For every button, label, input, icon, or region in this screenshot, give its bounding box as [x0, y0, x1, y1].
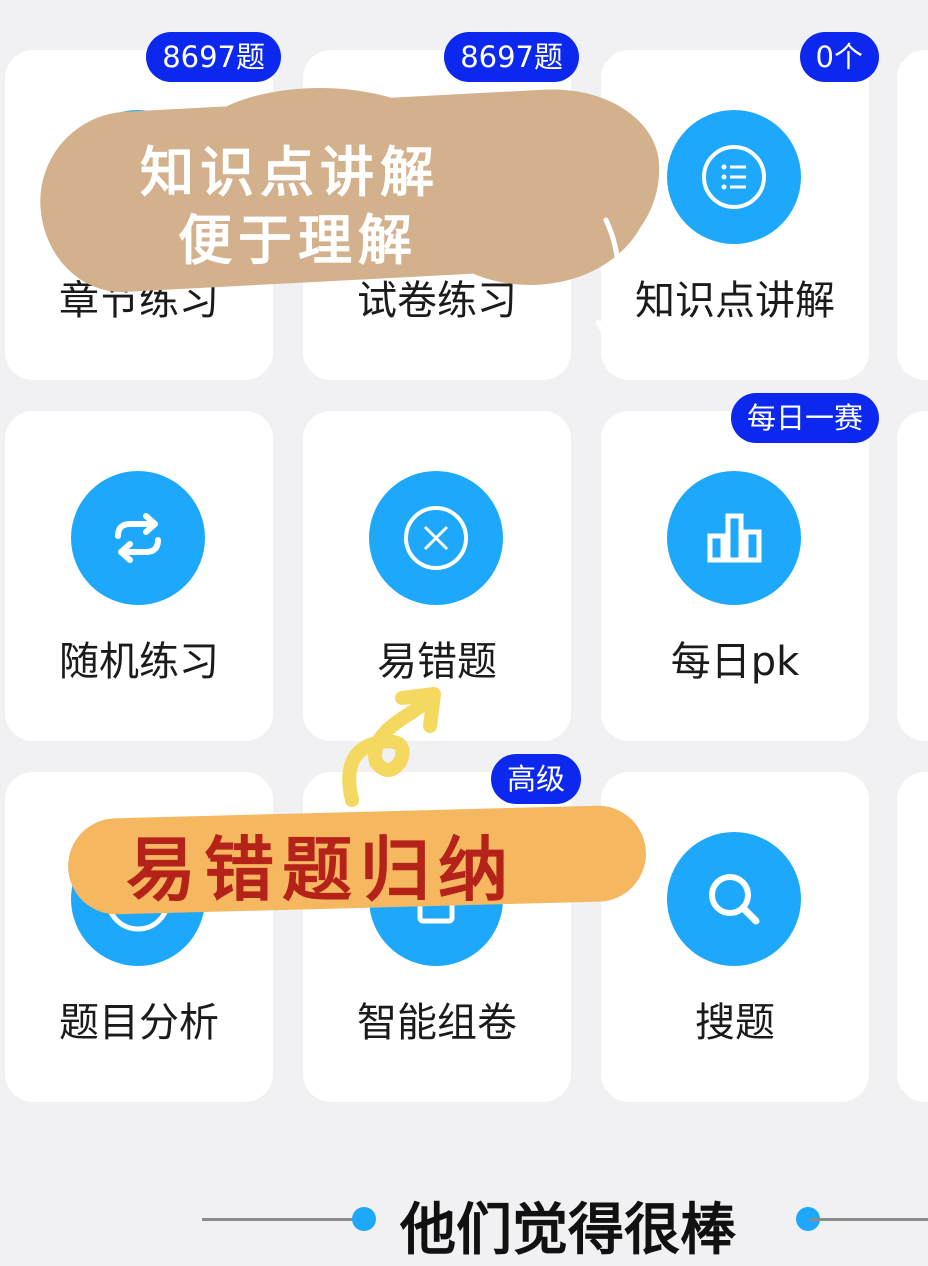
note-text-line2: 便于理解	[178, 208, 418, 272]
arrow-icon	[342, 687, 441, 807]
divider-line	[810, 1218, 928, 1221]
grid-item-label: 易错题	[377, 639, 497, 685]
list-icon	[667, 110, 801, 244]
shuffle-icon	[71, 471, 205, 605]
search-icon	[667, 832, 801, 966]
grid-item-search-questions[interactable]: 搜题	[601, 772, 869, 1102]
grid-item-partial[interactable]	[897, 772, 928, 1102]
dot-icon	[352, 1207, 376, 1231]
bar-chart-icon	[667, 471, 801, 605]
arrow-icon	[595, 217, 629, 343]
grid-item-label: 智能组卷	[357, 1000, 517, 1046]
count-badge: 8697题	[444, 32, 579, 82]
divider-line	[202, 1218, 362, 1221]
event-badge: 每日一赛	[730, 393, 879, 443]
grid-item-label: 随机练习	[59, 639, 219, 685]
level-badge: 高级	[490, 754, 581, 804]
grid-item-label: 搜题	[695, 1000, 775, 1046]
count-badge: 8697题	[146, 32, 281, 82]
grid-item-label: 每日pk	[670, 639, 800, 685]
count-badge: 0个	[799, 32, 879, 82]
note-text: 易错题归纳	[126, 829, 516, 911]
grid-item-partial[interactable]	[897, 50, 928, 380]
grid-item-random-practice[interactable]: 随机练习	[5, 411, 273, 741]
section-title: 他们觉得很棒	[400, 1198, 736, 1263]
error-x-icon	[369, 471, 503, 605]
grid-item-label: 题目分析	[59, 1000, 219, 1046]
grid-item-partial[interactable]	[897, 411, 928, 741]
grid-item-daily-pk[interactable]: 每日pk 每日一赛	[601, 393, 879, 741]
